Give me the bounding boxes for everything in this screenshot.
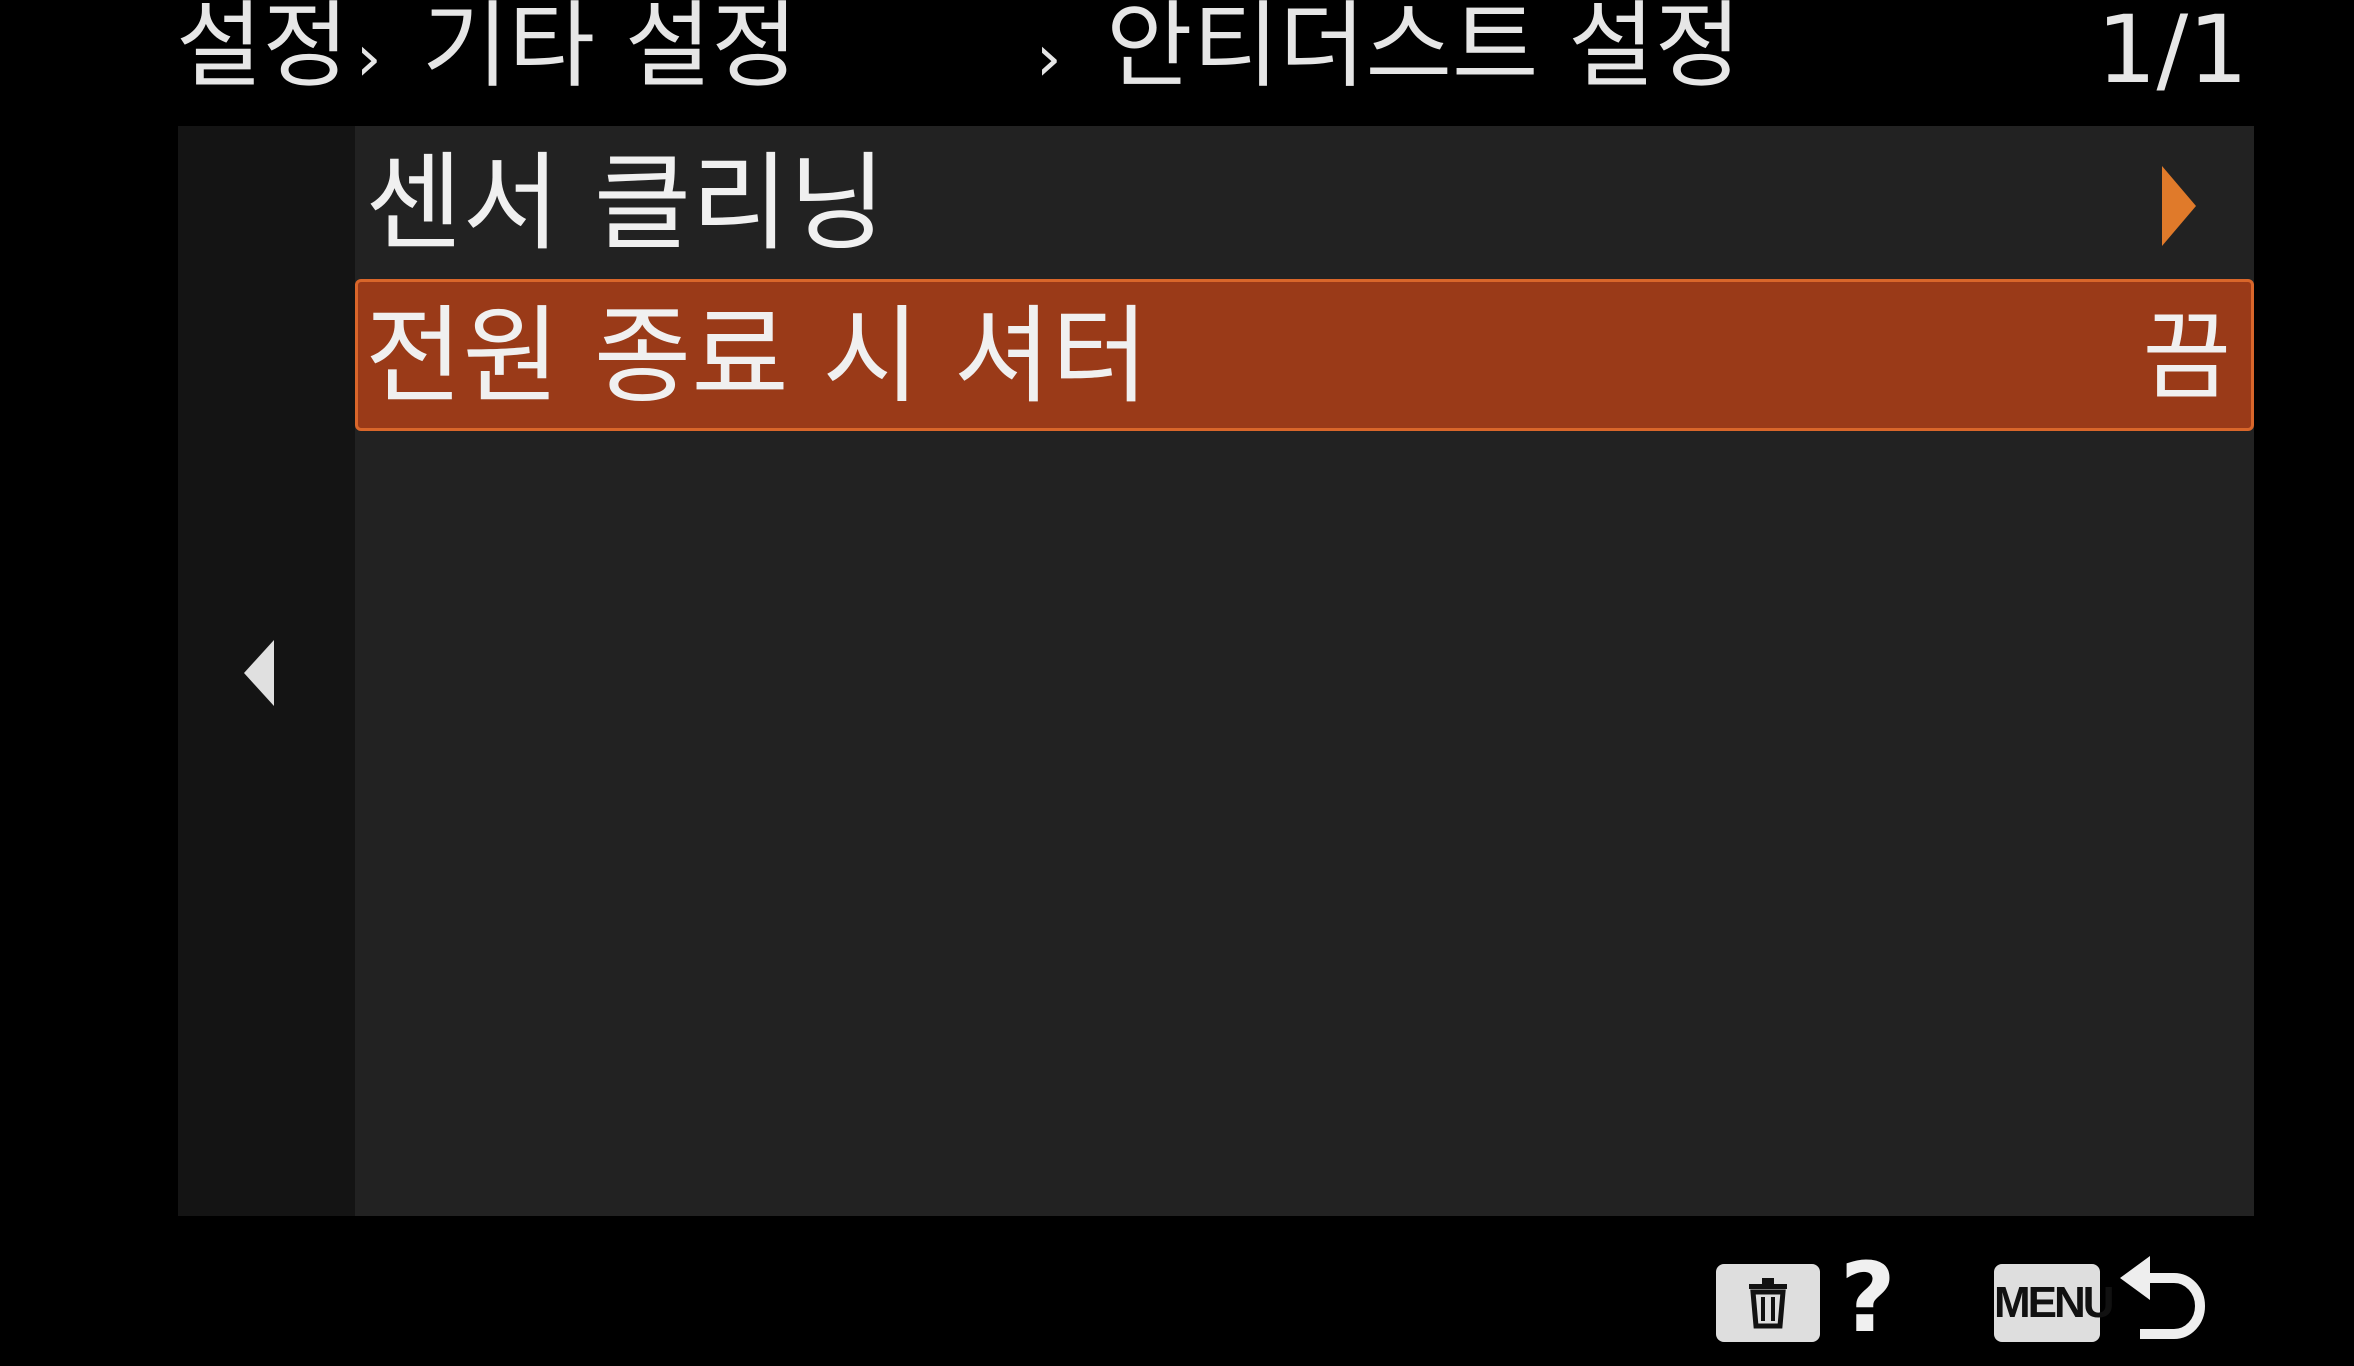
menu-item-sensor-cleaning[interactable]: 센서 클리닝 <box>355 126 2254 278</box>
breadcrumb-settings: 설정 <box>176 0 349 101</box>
menu-button[interactable]: MENU <box>1994 1264 2115 1342</box>
trash-icon-graphic <box>1749 1278 1787 1329</box>
title-bar: 설정 › 기타 설정 › 안티더스트 설정 1/1 <box>0 0 2354 120</box>
side-nav[interactable] <box>178 126 355 1216</box>
menu-item-label: 전원 종료 시 셔터 <box>365 295 1149 418</box>
menu-list: 센서 클리닝 전원 종료 시 셔터 끔 <box>355 126 2254 1216</box>
trash-icon[interactable] <box>1716 1264 1820 1342</box>
return-arrow-icon <box>2118 1252 2208 1352</box>
help-icon: ? <box>1840 1242 1896 1354</box>
settings-panel: 센서 클리닝 전원 종료 시 셔터 끔 <box>178 126 2254 1216</box>
page-indicator: 1/1 <box>2096 0 2248 105</box>
chevron-right-icon <box>2162 166 2196 246</box>
menu-item-value: 끔 <box>2142 301 2231 413</box>
menu-item-label: 센서 클리닝 <box>365 142 887 265</box>
chevron-left-icon[interactable] <box>244 640 274 706</box>
breadcrumb-anti-dust-settings: 안티더스트 설정 <box>1106 0 1742 101</box>
return-arrow-graphic <box>2120 1256 2205 1339</box>
breadcrumb-separator: › <box>1036 22 1062 96</box>
breadcrumb-other-settings: 기타 설정 <box>422 0 798 101</box>
breadcrumb-separator: › <box>356 22 382 96</box>
button-guide: ? MENU <box>0 1230 2354 1366</box>
menu-item-shutter-when-power-off[interactable]: 전원 종료 시 셔터 끔 <box>355 279 2254 431</box>
